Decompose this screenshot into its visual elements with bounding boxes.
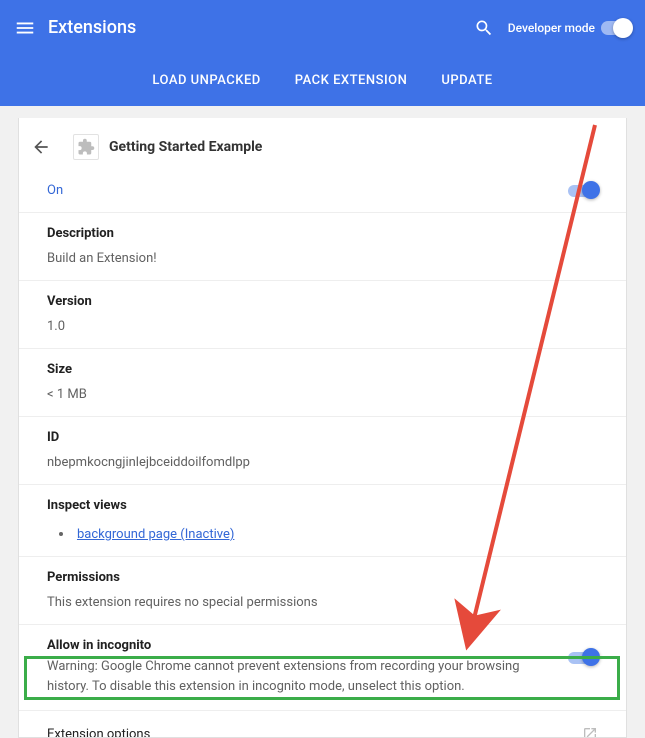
background-page-link[interactable]: background page (Inactive) — [77, 527, 234, 542]
card-header: Getting Started Example — [19, 118, 626, 170]
search-icon[interactable] — [474, 18, 494, 38]
back-icon[interactable] — [31, 137, 51, 157]
incognito-toggle[interactable] — [568, 652, 598, 664]
size-section: Size < 1 MB — [19, 349, 626, 417]
permissions-value: This extension requires no special permi… — [47, 595, 598, 610]
on-label: On — [47, 183, 63, 198]
id-label: ID — [47, 430, 598, 445]
header: Extensions Developer mode LOAD UNPACKED … — [0, 0, 645, 106]
menu-icon[interactable] — [14, 17, 36, 39]
incognito-section: Allow in incognito Warning: Google Chrom… — [19, 625, 626, 711]
tab-load-unpacked[interactable]: LOAD UNPACKED — [135, 73, 277, 88]
version-section: Version 1.0 — [19, 281, 626, 349]
size-label: Size — [47, 362, 598, 377]
inspect-section: Inspect views background page (Inactive) — [19, 485, 626, 557]
bullet-icon — [59, 532, 63, 536]
detail-card: Getting Started Example On Description B… — [18, 118, 627, 738]
description-value: Build an Extension! — [47, 251, 598, 266]
options-label: Extension options — [47, 727, 150, 738]
enabled-toggle[interactable] — [568, 185, 598, 197]
id-section: ID nbepmkocngjinlejbceiddoilfomdlpp — [19, 417, 626, 485]
tab-update[interactable]: UPDATE — [424, 73, 509, 88]
permissions-label: Permissions — [47, 570, 598, 585]
extension-options-row[interactable]: Extension options — [19, 711, 626, 738]
incognito-label: Allow in incognito — [47, 638, 544, 653]
size-value: < 1 MB — [47, 387, 598, 402]
extension-icon — [73, 134, 99, 160]
id-value: nbepmkocngjinlejbceiddoilfomdlpp — [47, 455, 598, 470]
tab-pack-extension[interactable]: PACK EXTENSION — [278, 73, 425, 88]
incognito-warning: Warning: Google Chrome cannot prevent ex… — [47, 657, 544, 696]
description-label: Description — [47, 226, 598, 241]
on-section: On — [19, 170, 626, 213]
dev-mode-label: Developer mode — [508, 21, 595, 35]
launch-icon — [582, 726, 598, 738]
page-title: Extensions — [48, 17, 474, 38]
extension-name: Getting Started Example — [109, 139, 262, 155]
inspect-label: Inspect views — [47, 498, 598, 513]
permissions-section: Permissions This extension requires no s… — [19, 557, 626, 625]
header-tabs: LOAD UNPACKED PACK EXTENSION UPDATE — [0, 55, 645, 106]
version-label: Version — [47, 294, 598, 309]
version-value: 1.0 — [47, 319, 598, 334]
dev-mode-toggle[interactable] — [601, 21, 631, 35]
header-top: Extensions Developer mode — [0, 0, 645, 55]
description-section: Description Build an Extension! — [19, 213, 626, 281]
